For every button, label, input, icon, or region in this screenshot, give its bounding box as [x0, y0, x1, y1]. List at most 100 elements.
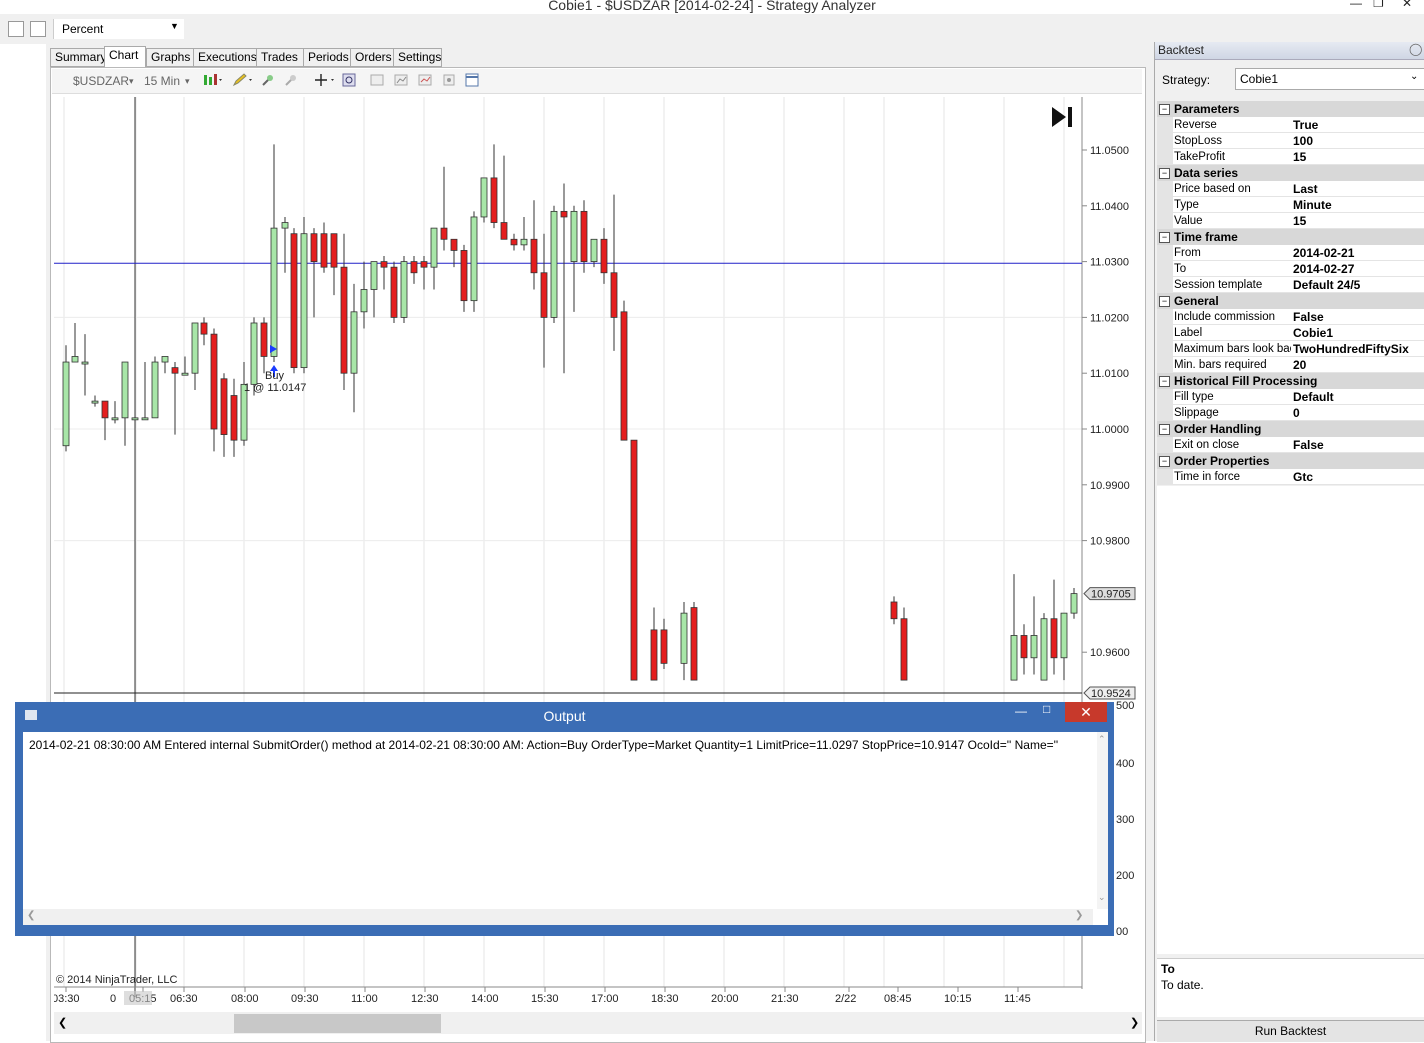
- category-time-frame[interactable]: − Time frame: [1157, 229, 1424, 245]
- scroll-up-icon[interactable]: ⌃: [1098, 734, 1106, 745]
- tab-orders[interactable]: Orders: [350, 48, 394, 67]
- property-row[interactable]: Min. bars required 20: [1157, 357, 1424, 373]
- category-order-handling[interactable]: − Order Handling: [1157, 421, 1424, 437]
- run-backtest-button[interactable]: Run Backtest: [1157, 1020, 1424, 1042]
- instrument-selector[interactable]: $USDZAR: [73, 74, 129, 88]
- property-row[interactable]: Session template Default 24/5: [1157, 277, 1424, 293]
- description-title: To: [1161, 962, 1175, 976]
- chart-analysis-icon[interactable]: [418, 73, 432, 87]
- property-row[interactable]: Slippage 0: [1157, 405, 1424, 421]
- property-row[interactable]: Label Cobie1: [1157, 325, 1424, 341]
- property-value[interactable]: False: [1291, 437, 1424, 453]
- property-value[interactable]: Cobie1: [1291, 325, 1424, 341]
- panel-layout-icon[interactable]: [465, 73, 479, 87]
- candle-up: [1060, 612, 1068, 659]
- collapse-icon[interactable]: −: [1159, 232, 1170, 243]
- scroll-right-icon[interactable]: ❯: [1075, 910, 1083, 921]
- scroll-right-icon[interactable]: ❯: [1130, 1016, 1139, 1029]
- category-data-series[interactable]: − Data series: [1157, 165, 1424, 181]
- tab-executions[interactable]: Executions: [193, 48, 257, 67]
- property-row[interactable]: Time in force Gtc: [1157, 469, 1424, 485]
- property-row[interactable]: To 2014-02-27: [1157, 261, 1424, 277]
- zoom-out-icon[interactable]: [284, 73, 298, 87]
- data-box-icon[interactable]: [370, 73, 384, 87]
- property-value[interactable]: TwoHundredFiftySix: [1291, 341, 1424, 357]
- category-order-properties[interactable]: − Order Properties: [1157, 453, 1424, 469]
- properties-icon[interactable]: [342, 73, 356, 87]
- output-horizontal-scrollbar[interactable]: ❮ ❯: [23, 909, 1093, 925]
- collapse-icon[interactable]: −: [1159, 168, 1170, 179]
- tab-chart[interactable]: Chart: [104, 46, 146, 67]
- chevron-down-icon: ⌄: [1410, 71, 1419, 82]
- tab-settings[interactable]: Settings: [393, 48, 442, 67]
- property-value[interactable]: 15: [1291, 213, 1424, 229]
- bar-type-icon[interactable]: [202, 73, 224, 87]
- scroll-down-icon[interactable]: ⌄: [1098, 892, 1106, 903]
- indicators-icon[interactable]: [394, 73, 408, 87]
- property-row[interactable]: Value 15: [1157, 213, 1424, 229]
- property-row[interactable]: TakeProfit 15: [1157, 149, 1424, 165]
- property-row[interactable]: Include commission False: [1157, 309, 1424, 325]
- minimize-icon[interactable]: —: [1015, 704, 1027, 718]
- property-value[interactable]: 100: [1291, 133, 1424, 149]
- output-vertical-scrollbar[interactable]: ⌃ ⌄: [1097, 732, 1108, 909]
- maximize-icon[interactable]: □: [1043, 702, 1050, 716]
- tab-summary[interactable]: Summary: [50, 48, 106, 67]
- tab-trades[interactable]: Trades: [256, 48, 304, 67]
- candle-up: [550, 210, 558, 318]
- collapse-icon[interactable]: −: [1159, 296, 1170, 307]
- strategies-icon[interactable]: [442, 73, 456, 87]
- property-value[interactable]: Default: [1291, 389, 1424, 405]
- property-row[interactable]: Type Minute: [1157, 197, 1424, 213]
- scrollbar-thumb[interactable]: [234, 1014, 441, 1033]
- property-row[interactable]: Reverse True: [1157, 117, 1424, 133]
- row-margin: [1157, 181, 1173, 197]
- property-value[interactable]: 15: [1291, 149, 1424, 165]
- template-icon[interactable]: [30, 21, 46, 37]
- collapse-icon[interactable]: −: [1159, 376, 1170, 387]
- interval-selector[interactable]: 15 Min: [144, 74, 180, 88]
- minimize-icon[interactable]: —: [1350, 0, 1362, 10]
- maximize-icon[interactable]: ❐: [1373, 0, 1384, 10]
- close-button[interactable]: ✕: [1065, 702, 1107, 722]
- property-row[interactable]: Exit on close False: [1157, 437, 1424, 453]
- property-value[interactable]: 0: [1291, 405, 1424, 421]
- collapse-icon[interactable]: −: [1159, 424, 1170, 435]
- property-row[interactable]: StopLoss 100: [1157, 133, 1424, 149]
- candle-up: [62, 361, 70, 447]
- display-mode-select[interactable]: Percent ▼: [53, 19, 184, 39]
- candle-down: [200, 322, 208, 335]
- y-tick-label: 10.9900: [1090, 480, 1130, 492]
- crosshair-icon[interactable]: [314, 73, 336, 87]
- tab-periods[interactable]: Periods: [303, 48, 351, 67]
- property-value[interactable]: False: [1291, 309, 1424, 325]
- strategy-select[interactable]: Cobie1 ⌄: [1235, 68, 1424, 90]
- zoom-in-icon[interactable]: [261, 73, 275, 87]
- edit-strategy-icon[interactable]: [8, 21, 24, 37]
- property-row[interactable]: From 2014-02-21: [1157, 245, 1424, 261]
- collapse-icon[interactable]: −: [1159, 456, 1170, 467]
- property-value[interactable]: Minute: [1291, 197, 1424, 213]
- property-value[interactable]: 2014-02-21: [1291, 245, 1424, 261]
- scroll-left-icon[interactable]: ❮: [58, 1016, 67, 1029]
- output-text-area[interactable]: 2014-02-21 08:30:00 AM Entered internal …: [23, 732, 1108, 925]
- close-icon[interactable]: ✕: [1402, 0, 1412, 10]
- category-historical-fill-processing[interactable]: − Historical Fill Processing: [1157, 373, 1424, 389]
- tab-graphs[interactable]: Graphs: [146, 48, 194, 67]
- property-row[interactable]: Fill type Default: [1157, 389, 1424, 405]
- property-value[interactable]: Gtc: [1291, 469, 1424, 485]
- property-row[interactable]: Price based on Last: [1157, 181, 1424, 197]
- property-value[interactable]: 20: [1291, 357, 1424, 373]
- collapse-icon[interactable]: −: [1159, 104, 1170, 115]
- category-general[interactable]: − General: [1157, 293, 1424, 309]
- property-value[interactable]: 2014-02-27: [1291, 261, 1424, 277]
- category-parameters[interactable]: − Parameters: [1157, 101, 1424, 117]
- property-value[interactable]: Last: [1291, 181, 1424, 197]
- pin-icon[interactable]: ◯: [1409, 42, 1422, 56]
- property-row[interactable]: Maximum bars look bac TwoHundredFiftySix: [1157, 341, 1424, 357]
- scroll-left-icon[interactable]: ❮: [27, 910, 35, 921]
- chart-horizontal-scrollbar[interactable]: ❮ ❯: [54, 1012, 1142, 1034]
- property-value[interactable]: Default 24/5: [1291, 277, 1424, 293]
- pencil-icon[interactable]: [232, 73, 254, 87]
- property-value[interactable]: True: [1291, 117, 1424, 133]
